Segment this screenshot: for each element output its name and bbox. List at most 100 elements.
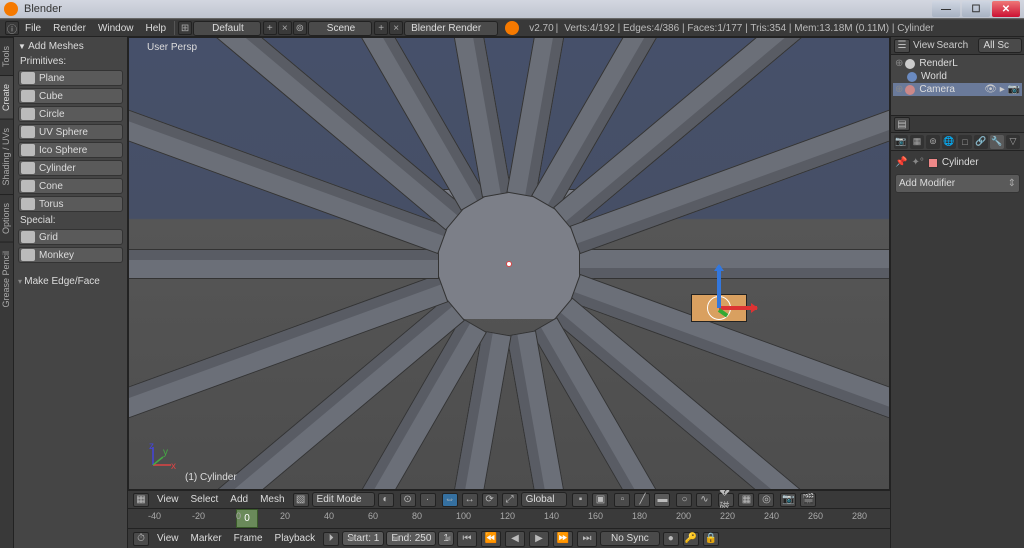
- limit-selection-button[interactable]: ▣: [592, 493, 608, 507]
- outliner-search-menu[interactable]: Search: [937, 40, 969, 51]
- outliner-item-world[interactable]: World: [893, 70, 1022, 83]
- menu-render[interactable]: Render: [47, 23, 92, 34]
- use-preview-range-button[interactable]: ⏵: [323, 532, 339, 546]
- layers-button-1[interactable]: ▪: [572, 493, 588, 507]
- jump-next-keyframe-button[interactable]: ⏩: [553, 531, 573, 547]
- vertex-select-mode[interactable]: ▫: [614, 493, 630, 507]
- menu-file[interactable]: File: [19, 23, 47, 34]
- screen-browse-icon[interactable]: ⊞: [178, 21, 192, 35]
- editor-type-3dview-icon[interactable]: ▦: [133, 493, 149, 507]
- pivot-point-button[interactable]: ⊙: [400, 493, 416, 507]
- insert-keyframe-button[interactable]: 🔒: [703, 532, 719, 546]
- screen-add-button[interactable]: +: [263, 21, 277, 35]
- add-cylinder-button[interactable]: Cylinder: [18, 160, 123, 176]
- add-circle-button[interactable]: Circle: [18, 106, 123, 122]
- snap-toggle[interactable]: �磁: [718, 493, 734, 507]
- window-close-button[interactable]: ✕: [992, 1, 1020, 17]
- tab-shading-uvs[interactable]: Shading / UVs: [0, 119, 13, 194]
- timeline-frame-menu[interactable]: Frame: [229, 533, 268, 544]
- tab-object[interactable]: □: [958, 135, 972, 149]
- add-meshes-panel-header[interactable]: Add Meshes: [16, 39, 125, 54]
- current-frame-field[interactable]: ◂1▸: [438, 531, 454, 546]
- mesh-menu[interactable]: Mesh: [255, 494, 289, 505]
- editor-type-outliner-icon[interactable]: ☰: [894, 39, 910, 53]
- manipulator-toggle[interactable]: ⇔: [442, 493, 458, 507]
- add-modifier-dropdown[interactable]: Add Modifier⇕: [895, 174, 1020, 193]
- end-frame-field[interactable]: ◂End: 250▸: [386, 531, 436, 546]
- add-icosphere-button[interactable]: Ico Sphere: [18, 142, 123, 158]
- window-maximize-button[interactable]: ☐: [962, 1, 990, 17]
- pivot-align-button[interactable]: ·: [420, 493, 436, 507]
- add-cone-button[interactable]: Cone: [18, 178, 123, 194]
- screen-layout-dropdown[interactable]: Default: [193, 21, 261, 36]
- tab-render-layers[interactable]: ▦: [910, 135, 924, 149]
- tab-constraints[interactable]: 🔗: [974, 135, 988, 149]
- play-reverse-button[interactable]: ◀: [505, 531, 525, 547]
- mode-icon[interactable]: ▧: [293, 493, 309, 507]
- scene-dropdown[interactable]: Scene: [308, 21, 372, 36]
- auto-keyframe-button[interactable]: ●: [663, 532, 679, 546]
- tab-options[interactable]: Options: [0, 194, 13, 242]
- mode-dropdown[interactable]: Edit Mode: [312, 492, 375, 507]
- view-menu[interactable]: View: [152, 494, 184, 505]
- pin-icon[interactable]: 📌: [895, 157, 907, 168]
- jump-to-start-button[interactable]: ⏮: [457, 531, 477, 547]
- tab-grease-pencil[interactable]: Grease Pencil: [0, 242, 13, 316]
- outliner-item-camera[interactable]: ⊕Camera👁 ▸ 📷: [893, 83, 1022, 96]
- timeline-view-menu[interactable]: View: [152, 533, 184, 544]
- outliner-item-render-layers[interactable]: ⊕RenderL: [893, 57, 1022, 70]
- keying-set-button[interactable]: 🔑: [683, 532, 699, 546]
- render-engine-dropdown[interactable]: Blender Render: [404, 21, 498, 36]
- face-select-mode[interactable]: ▬: [654, 493, 670, 507]
- edge-select-mode[interactable]: ╱: [634, 493, 650, 507]
- gizmo-x-axis[interactable]: [719, 306, 757, 310]
- select-menu[interactable]: Select: [186, 494, 224, 505]
- add-uvsphere-button[interactable]: UV Sphere: [18, 124, 123, 140]
- jump-to-end-button[interactable]: ⏭: [577, 531, 597, 547]
- outliner-display-mode[interactable]: All Sc: [978, 38, 1022, 53]
- transform-orientation-dropdown[interactable]: Global: [521, 492, 568, 507]
- add-monkey-button[interactable]: Monkey: [18, 247, 123, 263]
- add-cube-button[interactable]: Cube: [18, 88, 123, 104]
- operator-panel-header[interactable]: Make Edge/Face: [16, 272, 125, 291]
- 3d-viewport[interactable]: User Persp xzy (1) Cylinder: [128, 37, 890, 490]
- outliner[interactable]: ⊕RenderL World ⊕Camera👁 ▸ 📷: [891, 55, 1024, 115]
- tab-data[interactable]: ▽: [1006, 135, 1020, 149]
- add-grid-button[interactable]: Grid: [18, 229, 123, 245]
- outliner-view-menu[interactable]: View: [913, 40, 935, 51]
- scene-browse-icon[interactable]: ⊚: [293, 21, 307, 35]
- jump-prev-keyframe-button[interactable]: ⏪: [481, 531, 501, 547]
- timeline-ruler[interactable]: 0 -40-2002040608010012014016018020022024…: [128, 508, 890, 528]
- render-anim-button[interactable]: 🎬: [800, 493, 816, 507]
- add-plane-button[interactable]: Plane: [18, 70, 123, 86]
- editor-type-timeline-icon[interactable]: ⏱: [133, 532, 149, 546]
- editor-type-icon[interactable]: ⓘ: [5, 21, 19, 35]
- tab-create[interactable]: Create: [0, 75, 13, 119]
- window-minimize-button[interactable]: —: [932, 1, 960, 17]
- manipulator-scale[interactable]: ⤢: [502, 493, 518, 507]
- scene-delete-button[interactable]: ×: [389, 21, 403, 35]
- menu-help[interactable]: Help: [140, 23, 173, 34]
- snap-element-button[interactable]: ▦: [738, 493, 754, 507]
- menu-window[interactable]: Window: [92, 23, 140, 34]
- proportional-falloff-button[interactable]: ∿: [696, 493, 712, 507]
- manipulator-rotate[interactable]: ⟳: [482, 493, 498, 507]
- tab-modifiers[interactable]: 🔧: [990, 135, 1004, 149]
- tab-render[interactable]: 📷: [894, 135, 908, 149]
- editor-type-properties-icon[interactable]: ▤: [894, 117, 910, 131]
- timeline-marker-menu[interactable]: Marker: [186, 533, 227, 544]
- viewport-shading-button[interactable]: ◐: [378, 493, 394, 507]
- screen-delete-button[interactable]: ×: [278, 21, 292, 35]
- render-preview-button[interactable]: 📷: [780, 493, 796, 507]
- add-torus-button[interactable]: Torus: [18, 196, 123, 212]
- scene-add-button[interactable]: +: [374, 21, 388, 35]
- add-menu[interactable]: Add: [225, 494, 253, 505]
- manipulator-translate[interactable]: ↔: [462, 493, 478, 507]
- timeline-playback-menu[interactable]: Playback: [270, 533, 321, 544]
- tab-scene[interactable]: ⊚: [926, 135, 940, 149]
- proportional-edit-button[interactable]: ○: [676, 493, 692, 507]
- tab-world[interactable]: 🌐: [942, 135, 956, 149]
- snap-target-button[interactable]: ◎: [758, 493, 774, 507]
- sync-mode-dropdown[interactable]: No Sync: [600, 531, 660, 546]
- gizmo-z-axis[interactable]: [717, 266, 721, 308]
